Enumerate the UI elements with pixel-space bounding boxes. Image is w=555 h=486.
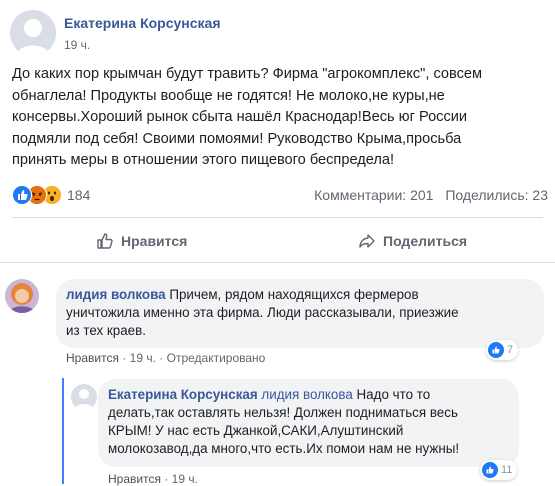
post-author-avatar[interactable]	[10, 10, 56, 56]
share-button[interactable]: Поделиться	[358, 232, 467, 250]
shares-count-link[interactable]: Поделились: 23	[445, 187, 548, 203]
comment-author[interactable]: лидия волкова	[66, 287, 166, 302]
reply-bubble: Екатерина Корсунская лидия волкова Надо …	[98, 379, 519, 467]
comment-text: Причем, рядом находящихся фермеров	[169, 287, 419, 302]
comment-text-line: лидия волкова Причем, рядом находящихся …	[66, 286, 534, 304]
post-text-line: консервы.Хороший рынок сбыта нашёл Красн…	[12, 109, 468, 125]
comment-bubble: лидия волкова Причем, рядом находящихся …	[56, 279, 544, 348]
reply-text: Надо что то	[356, 387, 431, 402]
comment-like-link[interactable]: Нравится	[66, 351, 119, 365]
default-avatar-icon	[71, 384, 97, 410]
like-button[interactable]: Нравится	[96, 232, 187, 250]
user-photo-icon	[5, 279, 39, 313]
divider	[12, 217, 543, 218]
edited-label[interactable]: Отредактировано	[167, 351, 266, 365]
comment-meta: Нравится · 19 ч. · Отредактировано	[66, 351, 265, 365]
share-arrow-icon	[359, 234, 375, 248]
comment-timestamp[interactable]: 19 ч.	[130, 351, 156, 365]
post-text-line: обнаглела! Продукты вообще не годятся! Н…	[12, 87, 445, 104]
reply-text-line: Екатерина Корсунская лидия волкова Надо …	[108, 386, 509, 404]
post-stats: Комментарии: 201 Поделились: 23	[314, 187, 548, 203]
post-timestamp[interactable]: 19 ч.	[64, 38, 90, 52]
meta-separator: ·	[122, 351, 127, 365]
comment-like-number: 7	[507, 344, 514, 356]
comments-count-link[interactable]: Комментарии: 201	[314, 187, 433, 203]
post-text-line: До каких пор крымчан будут травить? Фирм…	[12, 66, 483, 82]
comment-text-line: уничтожила именно эта фирма. Люди расска…	[66, 305, 459, 320]
comment-like-count[interactable]: 7	[486, 340, 519, 360]
reaction-summary[interactable]: 184	[12, 185, 90, 205]
post-text: До каких пор крымчан будут травить? Фирм…	[12, 64, 542, 172]
reply-like-count[interactable]: 11	[480, 460, 518, 480]
reaction-count: 184	[67, 187, 91, 203]
share-button-label: Поделиться	[383, 233, 468, 249]
reply-mention[interactable]: лидия волкова	[261, 387, 352, 402]
thumbs-up-icon	[97, 233, 113, 249]
reply-text-line: КРЫМ! У нас есть Джанкой,САКИ,Алуштински…	[108, 423, 404, 438]
reply-author-avatar[interactable]	[71, 384, 97, 410]
like-mini-icon	[482, 462, 498, 478]
like-reaction-icon	[12, 185, 32, 205]
reply-like-number: 11	[501, 464, 513, 476]
reply-text-line: молокозавод,да много,что есть.Их помои н…	[108, 441, 460, 456]
comment-text-line: из тех краев.	[66, 323, 146, 338]
reply-text-line: делать,так оставлять нельзя! Должен подн…	[108, 405, 458, 420]
reply-indicator-line	[62, 378, 64, 484]
post-text-line: принять меры в отношении этого пищевого …	[12, 152, 395, 168]
post-text-line: подмяли под себя! Своими помоями! Руково…	[12, 130, 462, 147]
reply-author[interactable]: Екатерина Корсунская	[108, 387, 258, 402]
default-avatar-icon	[10, 10, 56, 56]
meta-separator: ·	[159, 351, 164, 365]
divider	[0, 262, 555, 263]
post-author-name[interactable]: Екатерина Корсунская	[64, 15, 221, 31]
like-button-label: Нравится	[121, 233, 188, 249]
like-mini-icon	[488, 342, 504, 358]
commenter-avatar[interactable]	[5, 279, 39, 313]
